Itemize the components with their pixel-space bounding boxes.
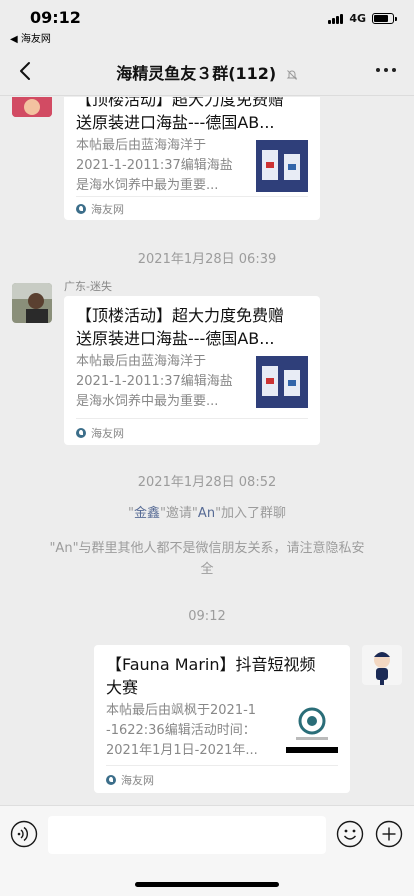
card-divider bbox=[106, 765, 338, 766]
status-time: 09:12 bbox=[30, 8, 81, 27]
card-desc-line: 本帖最后由飒枫于2021-1 bbox=[106, 703, 257, 718]
haiyou-logo-icon bbox=[106, 775, 116, 785]
card-thumbnail bbox=[256, 356, 308, 408]
card-title-line: 送原装进口海盐---德国AB... bbox=[76, 329, 275, 348]
card-source: 海友网 bbox=[76, 425, 124, 441]
sender-name: 广东-迷失 bbox=[64, 280, 112, 293]
system-message-invite: "金鑫"邀请"An"加入了群聊 bbox=[30, 503, 384, 524]
status-bar: 09:12 ◀ 海友网 4G bbox=[0, 0, 414, 46]
link-card[interactable]: 【顶楼活动】超大力度免费赠 送原装进口海盐---德国AB... 本帖最后由蓝海海… bbox=[64, 296, 320, 445]
card-desc-line: 2021-1-2011:37编辑海盐 bbox=[76, 158, 233, 173]
card-desc-line: 本帖最后由蓝海海洋于 bbox=[76, 138, 207, 153]
card-desc-line: 2021-1-2011:37编辑海盐 bbox=[76, 374, 233, 389]
inviter-name-link[interactable]: 金鑫 bbox=[134, 506, 160, 521]
mute-bell-icon bbox=[286, 69, 298, 80]
card-desc-line: 2021年1月1日-2021年... bbox=[106, 743, 258, 758]
sys-text: "An"与群里其他人都不是微信朋友关系，请注意隐私安 bbox=[49, 541, 365, 556]
signal-icon bbox=[328, 13, 344, 24]
sys-text: "加入了群聊 bbox=[215, 506, 287, 521]
card-divider bbox=[76, 196, 308, 197]
more-dots-icon[interactable] bbox=[376, 68, 396, 72]
time-label: 2021年1月28日 08:52 bbox=[137, 475, 277, 490]
card-title: 【顶楼活动】超大力度免费赠 送原装进口海盐---德国AB... bbox=[76, 97, 310, 134]
sys-text: 全 bbox=[200, 562, 214, 577]
haiyou-logo-icon bbox=[76, 204, 86, 214]
group-name: 海精灵鱼友３群(112) bbox=[116, 64, 277, 83]
card-desc-line: 本帖最后由蓝海海洋于 bbox=[76, 354, 207, 369]
battery-level bbox=[374, 15, 389, 22]
card-source-label: 海友网 bbox=[121, 774, 154, 787]
card-description: 本帖最后由蓝海海洋于 2021-1-2011:37编辑海盐 是海水饲养中最为重要… bbox=[76, 136, 244, 196]
card-desc-line: -1622:36编辑活动时间： bbox=[106, 723, 256, 738]
voice-icon[interactable] bbox=[10, 820, 38, 848]
card-thumbnail bbox=[286, 701, 338, 753]
sender-avatar[interactable] bbox=[12, 283, 52, 323]
emoji-icon[interactable] bbox=[336, 820, 364, 848]
card-title-line: 大赛 bbox=[106, 678, 139, 697]
chat-title: 海精灵鱼友３群(112) bbox=[0, 60, 414, 84]
card-divider bbox=[76, 418, 308, 419]
card-source-label: 海友网 bbox=[91, 203, 124, 216]
home-indicator[interactable] bbox=[135, 882, 279, 887]
card-description: 本帖最后由蓝海海洋于 2021-1-2011:37编辑海盐 是海水饲养中最为重要… bbox=[76, 352, 244, 412]
network-type: 4G bbox=[349, 12, 366, 25]
battery-icon bbox=[372, 13, 397, 24]
card-description: 本帖最后由飒枫于2021-1 -1622:36编辑活动时间： 2021年1月1日… bbox=[106, 701, 274, 761]
sys-text: "邀请" bbox=[159, 506, 198, 521]
link-card[interactable]: 【顶楼活动】超大力度免费赠 送原装进口海盐---德国AB... 本帖最后由蓝海海… bbox=[64, 97, 320, 220]
card-source: 海友网 bbox=[76, 201, 124, 217]
sender-avatar[interactable] bbox=[12, 97, 52, 117]
invitee-name-link[interactable]: An bbox=[198, 506, 215, 521]
chat-header: 海精灵鱼友３群(112) bbox=[0, 46, 414, 96]
card-source-label: 海友网 bbox=[91, 427, 124, 440]
haiyou-logo-icon bbox=[76, 428, 86, 438]
card-title: 【Fauna Marin】抖音短视频 大赛 bbox=[106, 653, 340, 699]
message-list[interactable]: 【顶楼活动】超大力度免费赠 送原装进口海盐---德国AB... 本帖最后由蓝海海… bbox=[0, 97, 414, 805]
card-title-line: 【顶楼活动】超大力度免费赠 bbox=[76, 97, 285, 109]
time-label: 09:12 bbox=[188, 609, 226, 624]
card-source: 海友网 bbox=[106, 772, 154, 788]
status-indicators: 4G bbox=[328, 12, 397, 25]
back-to-app-link[interactable]: ◀ 海友网 bbox=[10, 30, 51, 45]
card-title-line: 【Fauna Marin】抖音短视频 bbox=[106, 655, 316, 674]
my-avatar[interactable] bbox=[362, 645, 402, 685]
card-title-line: 送原装进口海盐---德国AB... bbox=[76, 113, 275, 132]
card-desc-line: 是海水饲养中最为重要... bbox=[76, 394, 219, 409]
card-title: 【顶楼活动】超大力度免费赠 送原装进口海盐---德国AB... bbox=[76, 304, 310, 350]
link-card-own[interactable]: 【Fauna Marin】抖音短视频 大赛 本帖最后由飒枫于2021-1 -16… bbox=[94, 645, 350, 793]
card-desc-line: 是海水饲养中最为重要... bbox=[76, 178, 219, 193]
message-input[interactable] bbox=[48, 816, 326, 854]
plus-icon[interactable] bbox=[375, 820, 403, 848]
card-title-line: 【顶楼活动】超大力度免费赠 bbox=[76, 306, 285, 325]
card-thumbnail bbox=[256, 140, 308, 192]
time-label: 2021年1月28日 06:39 bbox=[137, 252, 277, 267]
system-message-privacy: "An"与群里其他人都不是微信朋友关系，请注意隐私安 全 bbox=[30, 538, 384, 580]
